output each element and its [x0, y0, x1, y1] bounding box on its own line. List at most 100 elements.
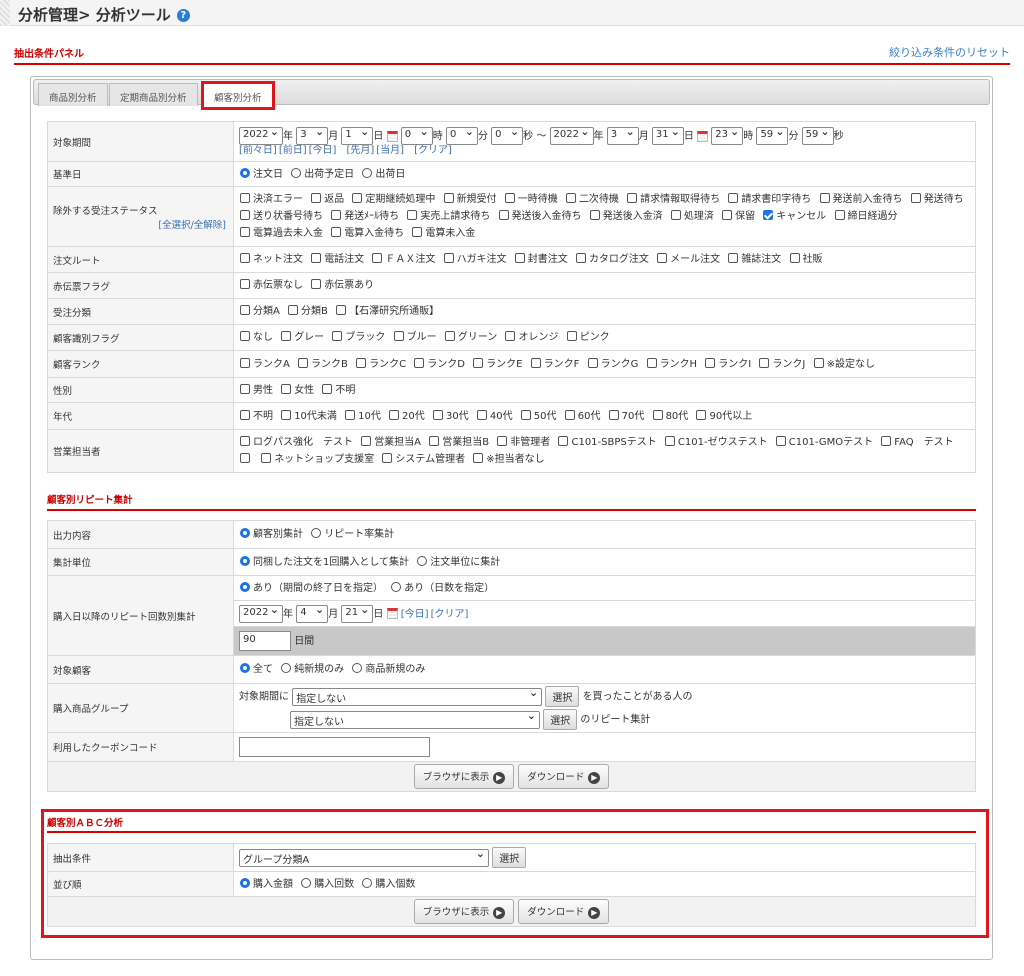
radio-option[interactable]: 購入回数: [300, 877, 354, 890]
radio-option[interactable]: 注文単位に集計: [416, 555, 500, 568]
radio-button[interactable]: [362, 167, 373, 178]
from-sec-select[interactable]: 0: [491, 125, 524, 145]
link-yesterday[interactable]: [前日]: [279, 145, 307, 156]
radio-button[interactable]: [240, 581, 250, 592]
help-icon[interactable]: ?: [176, 9, 190, 22]
checkbox[interactable]: [696, 409, 707, 420]
abc-condition-select[interactable]: グループ分類A: [239, 847, 489, 867]
checkbox-option[interactable]: 封書注文: [514, 253, 568, 265]
checkbox[interactable]: [240, 436, 250, 446]
checkbox[interactable]: [646, 357, 657, 368]
checkbox[interactable]: [429, 436, 440, 446]
checkbox[interactable]: [657, 253, 668, 263]
checkbox-option[interactable]: カタログ注文: [575, 253, 649, 265]
checkbox-option[interactable]: C101-GMOテスト: [775, 436, 873, 448]
checkbox[interactable]: [520, 409, 531, 420]
checkbox[interactable]: [728, 253, 739, 263]
checkbox-option[interactable]: 10代: [344, 409, 381, 422]
checkbox[interactable]: [664, 436, 675, 446]
checkbox-option[interactable]: 30代: [432, 409, 469, 422]
checkbox-option[interactable]: C101-SBPSテスト: [557, 436, 657, 448]
checkbox[interactable]: [288, 305, 299, 315]
checkbox-option[interactable]: キャンセル: [762, 210, 826, 222]
checkbox-option[interactable]: 返品: [310, 193, 344, 205]
checkbox[interactable]: [382, 453, 393, 463]
checkbox[interactable]: [444, 331, 455, 341]
checkbox[interactable]: [834, 210, 845, 220]
radio-button[interactable]: [291, 167, 302, 178]
checkbox[interactable]: [331, 227, 342, 237]
calendar-icon[interactable]: [697, 130, 709, 142]
checkbox-option[interactable]: C101-ゼウステスト: [664, 436, 768, 448]
checkbox[interactable]: [813, 357, 824, 368]
checkbox[interactable]: [240, 210, 250, 220]
checkbox[interactable]: [311, 279, 322, 289]
checkbox-option[interactable]: FAQ テスト: [880, 436, 954, 448]
to-hour-select[interactable]: 23: [711, 125, 744, 145]
checkbox-option[interactable]: 赤伝票あり: [310, 279, 374, 291]
checkbox[interactable]: [627, 193, 638, 203]
checkbox-option[interactable]: 赤伝票なし: [239, 279, 303, 291]
checkbox[interactable]: [331, 210, 342, 220]
radio-button[interactable]: [240, 663, 250, 673]
checkbox-option[interactable]: 70代: [608, 409, 644, 422]
checkbox-option[interactable]: ピンク: [566, 331, 610, 343]
checkbox-option[interactable]: [239, 453, 253, 465]
checkbox[interactable]: [558, 436, 569, 446]
repeat-day-select[interactable]: 21: [341, 603, 374, 623]
checkbox[interactable]: [240, 305, 250, 315]
checkbox-option[interactable]: 発送ﾒｰﾙ待ち: [330, 210, 399, 222]
checkbox[interactable]: [332, 331, 343, 341]
checkbox-option[interactable]: 電算入金待ち: [330, 227, 404, 239]
checkbox[interactable]: [819, 193, 830, 203]
checkbox-option[interactable]: ランクC: [355, 357, 406, 370]
checkbox-option[interactable]: ランクA: [239, 357, 290, 370]
checkbox[interactable]: [240, 279, 250, 289]
checkbox[interactable]: [587, 357, 598, 368]
checkbox-option[interactable]: グリーン: [444, 331, 497, 343]
checkbox-option[interactable]: 請求書印字待ち: [727, 193, 811, 205]
checkbox[interactable]: [322, 383, 333, 394]
radio-option[interactable]: 注文日: [239, 167, 283, 180]
checkbox-option[interactable]: 50代: [520, 409, 557, 422]
radio-option[interactable]: 商品新規のみ: [351, 663, 425, 675]
checkbox[interactable]: [361, 436, 372, 446]
group-select-1[interactable]: 指定しない: [292, 686, 543, 706]
radio-option[interactable]: 顧客別集計: [239, 528, 303, 540]
checkbox-option[interactable]: 【石澤研究所通販】: [335, 305, 439, 317]
checkbox-option[interactable]: 10代未満: [280, 409, 337, 422]
checkbox-option[interactable]: ハガキ注文: [443, 253, 507, 265]
browser-display-button[interactable]: ブラウザに表示 ▶: [413, 764, 515, 789]
to-year-select[interactable]: 2022: [549, 125, 594, 145]
checkbox-option[interactable]: ログパス強化 テスト: [239, 436, 353, 448]
checkbox-option[interactable]: 新規受付: [443, 193, 497, 205]
link-clear[interactable]: [クリア]: [431, 609, 469, 620]
checkbox-option[interactable]: ランクJ: [758, 357, 805, 370]
radio-option[interactable]: あり（日数を指定）: [390, 581, 494, 594]
radio-option[interactable]: 全て: [239, 663, 273, 675]
radio-button[interactable]: [240, 555, 250, 566]
checkbox[interactable]: [356, 357, 367, 368]
from-year-select[interactable]: 2022: [239, 125, 283, 145]
checkbox[interactable]: [407, 210, 418, 220]
checkbox-option[interactable]: ランクG: [587, 357, 638, 370]
radio-option[interactable]: 純新規のみ: [280, 663, 344, 675]
checkbox[interactable]: [281, 383, 292, 394]
checkbox-option[interactable]: 請求情報取得待ち: [626, 193, 720, 205]
checkbox[interactable]: [414, 357, 425, 368]
checkbox-option[interactable]: 発送後入金済: [589, 210, 663, 222]
checkbox-option[interactable]: 発送後入金待ち: [498, 210, 582, 222]
checkbox-option[interactable]: システム管理者: [381, 453, 465, 465]
checkbox-option[interactable]: ランクE: [472, 357, 522, 370]
radio-button[interactable]: [362, 877, 373, 888]
checkbox[interactable]: [705, 357, 716, 368]
checkbox-option[interactable]: 電算過去未入金: [239, 227, 323, 239]
checkbox-option[interactable]: ブルー: [393, 331, 437, 343]
checkbox[interactable]: [498, 210, 509, 220]
checkbox[interactable]: [775, 436, 786, 446]
checkbox[interactable]: [566, 331, 577, 341]
checkbox-option[interactable]: 保留: [721, 210, 755, 222]
coupon-input[interactable]: [239, 737, 430, 757]
checkbox[interactable]: [670, 210, 681, 220]
checkbox-option[interactable]: 実売上請求待ち: [406, 210, 490, 222]
